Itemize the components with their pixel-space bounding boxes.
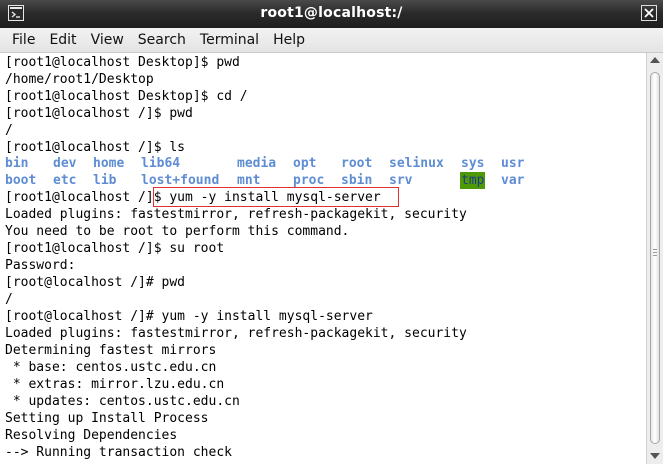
terminal-line: Password: (5, 258, 76, 273)
menu-help[interactable]: Help (266, 29, 312, 51)
terminal-line: Loaded plugins: fastestmirror, refresh-p… (5, 326, 467, 341)
vertical-scrollbar[interactable] (646, 53, 663, 464)
terminal-line: Determining fastest mirrors (5, 343, 217, 358)
ls-dir: root (341, 156, 373, 171)
terminal-line: [root@localhost /]# pwd (5, 275, 186, 290)
close-icon[interactable] (641, 5, 657, 21)
terminal-line: Loaded plugins: fastestmirror, refresh-p… (5, 207, 467, 222)
ls-dir: selinux (389, 156, 444, 171)
menu-bar: File Edit View Search Terminal Help (0, 28, 663, 53)
ls-dir: usr (501, 156, 525, 171)
ls-dir: dev (53, 156, 77, 171)
terminal-line: [root1@localhost /]$ ls (5, 140, 186, 155)
terminal-line: --> Running transaction check (5, 445, 232, 460)
ls-dir: bin (5, 156, 29, 171)
terminal-output[interactable]: [root1@localhost Desktop]$ pwd /home/roo… (0, 53, 646, 464)
ls-dir: lib64 (141, 156, 181, 171)
terminal-line: / (5, 292, 13, 307)
ls-dir: lib (93, 173, 117, 188)
terminal-line: You need to be root to perform this comm… (5, 224, 350, 239)
terminal-line: * extras: mirror.lzu.edu.cn (5, 377, 225, 392)
window-title: root1@localhost:/ (260, 5, 403, 21)
terminal-line: * updates: centos.ustc.edu.cn (5, 394, 240, 409)
scroll-thumb[interactable] (650, 72, 660, 444)
title-bar[interactable]: root1@localhost:/ (0, 0, 663, 28)
terminal-line: [root1@localhost Desktop]$ cd / (5, 89, 248, 104)
terminal-line: [root1@localhost /]$ su root (5, 241, 225, 256)
scroll-down-icon[interactable] (650, 453, 660, 459)
menu-view[interactable]: View (84, 29, 131, 51)
terminal-line: [root@localhost /]# yum -y install mysql… (5, 309, 373, 324)
terminal-line: [root1@localhost /]$ pwd (5, 106, 193, 121)
terminal-line: [root1@localhost Desktop]$ pwd (5, 55, 240, 70)
ls-dir-highlighted: tmp (460, 172, 486, 189)
menu-edit[interactable]: Edit (42, 29, 83, 51)
ls-dir: home (93, 156, 125, 171)
scroll-up-icon[interactable] (650, 57, 660, 63)
ls-dir: media (237, 156, 277, 171)
terminal-line: /home/root1/Desktop (5, 72, 154, 87)
terminal-line: * base: centos.ustc.edu.cn (5, 360, 217, 375)
menu-search[interactable]: Search (131, 29, 193, 51)
terminal-line: Setting up Install Process (5, 411, 209, 426)
ls-dir: boot (5, 173, 37, 188)
ls-dir: etc (53, 173, 77, 188)
menu-file[interactable]: File (5, 29, 42, 51)
menu-terminal[interactable]: Terminal (193, 29, 266, 51)
ls-dir: var (501, 173, 525, 188)
terminal-line: / (5, 123, 13, 138)
command-highlight-box (153, 187, 399, 207)
ls-dir: opt (293, 156, 317, 171)
ls-dir: sys (461, 156, 485, 171)
terminal-line: Resolving Dependencies (5, 428, 178, 443)
